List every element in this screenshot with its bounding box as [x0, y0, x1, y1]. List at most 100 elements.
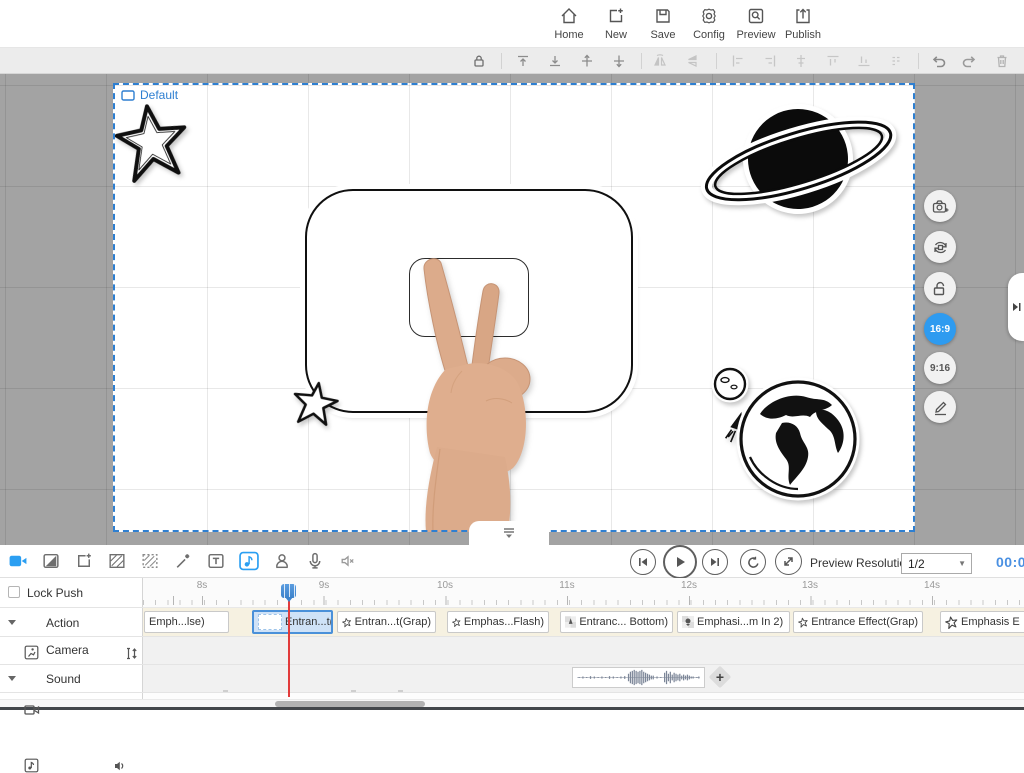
replay-button[interactable]	[740, 549, 766, 575]
align-bottom-edge-button[interactable]	[856, 53, 872, 69]
mute-button[interactable]	[338, 551, 358, 571]
skip-to-start-button[interactable]	[630, 549, 656, 575]
add-scene-button[interactable]	[74, 551, 94, 571]
rotate-button[interactable]	[924, 231, 956, 263]
toolbar-separator	[641, 53, 642, 69]
align-left-button[interactable]	[730, 53, 746, 69]
expand-panel-tab[interactable]	[1008, 273, 1024, 341]
resolution-value: 1/2	[902, 557, 958, 571]
ratio-9-16-button[interactable]: 9:16	[924, 352, 956, 384]
publish-button[interactable]: Publish	[780, 6, 826, 41]
lock-object-button[interactable]	[471, 53, 487, 69]
preview-resolution-label: Preview Resolution	[810, 556, 913, 570]
playhead-handle[interactable]	[281, 584, 296, 598]
timeline-effect-item-selected[interactable]: Entran...t(Grap)	[252, 610, 333, 634]
record-tool-button[interactable]	[305, 551, 325, 571]
config-button[interactable]: Config	[686, 6, 732, 41]
timeline-scrollbar[interactable]	[0, 699, 1024, 707]
saturn-sketch[interactable]	[698, 99, 908, 221]
new-icon	[593, 6, 639, 26]
rotate-icon	[931, 238, 950, 257]
unlock-button[interactable]	[924, 272, 956, 304]
align-middle-up-button[interactable]	[579, 53, 595, 69]
mute-speaker-icon	[338, 551, 358, 571]
effect-item-label: Entran...t(Grap)	[285, 616, 333, 628]
timeline-ruler[interactable]: 8s 9s 10s 11s 12s 13s 14s	[143, 578, 1024, 608]
star-sketch-large[interactable]	[113, 94, 195, 189]
timeline-effect-item[interactable]: Entranc... Bottom)	[560, 611, 673, 633]
props-tool-button[interactable]	[140, 551, 160, 571]
fullscreen-button[interactable]	[775, 548, 802, 575]
align-center-button[interactable]	[793, 53, 809, 69]
align-top-edge-button[interactable]	[825, 53, 841, 69]
preview-icon	[733, 6, 779, 26]
star-sketch-small[interactable]	[288, 375, 344, 431]
home-button[interactable]: Home	[546, 6, 592, 41]
publish-label: Publish	[780, 29, 826, 41]
new-button[interactable]: New	[593, 6, 639, 41]
collapse-track-icon[interactable]	[8, 620, 16, 625]
canvas-collapse-tab[interactable]	[469, 521, 549, 545]
sound-track-header[interactable]: Sound	[0, 665, 143, 693]
faint-mark	[351, 690, 356, 692]
timeline-effect-item[interactable]: Emphasi...m In 2)	[677, 611, 790, 633]
earth-rocket-sketch[interactable]	[698, 359, 866, 504]
unlock-icon	[931, 279, 950, 298]
delete-button[interactable]	[994, 53, 1010, 69]
background-tool-button[interactable]	[107, 551, 127, 571]
flip-horizontal-button[interactable]	[652, 53, 668, 69]
scene-icon	[121, 90, 135, 101]
redo-button[interactable]	[962, 53, 978, 69]
timeline-effect-item[interactable]: Emphas...Flash)	[447, 611, 549, 633]
add-sound-button[interactable]: +	[709, 666, 731, 688]
effect-item-label: Emphas...Flash)	[464, 616, 544, 628]
action-track-header[interactable]: Action	[0, 608, 143, 637]
scene-name-tag[interactable]: Default	[121, 88, 178, 102]
save-button[interactable]: Save	[640, 6, 686, 41]
dropdown-arrow-icon: ▼	[958, 559, 971, 568]
align-middle-down-button[interactable]	[611, 53, 627, 69]
character-tool-button[interactable]	[272, 551, 292, 571]
undo-button[interactable]	[930, 53, 946, 69]
preview-button[interactable]: Preview	[733, 6, 779, 41]
flip-vertical-button[interactable]	[684, 53, 700, 69]
image-tool-button[interactable]	[41, 551, 61, 571]
ratio-16-9-label: 16:9	[930, 324, 950, 335]
drawing-hand-image	[366, 251, 551, 532]
sound-track-label: Sound	[46, 672, 81, 686]
home-label: Home	[546, 29, 592, 41]
lock-push-checkbox[interactable]	[8, 586, 20, 598]
timeline-effect-item[interactable]: Emphasis E	[940, 611, 1024, 633]
timeline-effect-item[interactable]: Emph...lse)	[144, 611, 229, 633]
resolution-dropdown[interactable]: 1/2 ▼	[901, 553, 972, 574]
ratio-16-9-button[interactable]: 16:9	[924, 313, 956, 345]
effect-item-label: Entranc... Bottom)	[579, 616, 668, 628]
waveform-icon	[573, 668, 704, 687]
skip-to-end-button[interactable]	[702, 549, 728, 575]
text-tool-button[interactable]	[206, 551, 226, 571]
edit-scene-button[interactable]	[924, 391, 956, 423]
effect-item-label: Entran...t(Grap)	[355, 616, 431, 628]
video-tool-button[interactable]	[8, 551, 28, 571]
fullscreen-icon	[782, 555, 795, 568]
collapse-track-icon[interactable]	[8, 676, 16, 681]
ruler-label: 13s	[802, 580, 818, 591]
distribute-button[interactable]	[888, 53, 904, 69]
timeline-effect-item[interactable]: Entran...t(Grap)	[337, 611, 436, 633]
asset-toolbar: Preview Resolution 1/2 ▼ 00:0	[0, 545, 1024, 578]
effect-tool-button[interactable]	[173, 551, 193, 571]
camera-track-header[interactable]: Camera	[0, 637, 143, 665]
playhead-line	[288, 598, 290, 697]
align-right-button[interactable]	[762, 53, 778, 69]
play-button[interactable]	[663, 545, 697, 579]
align-bottom-button[interactable]	[547, 53, 563, 69]
speaker-icon[interactable]	[114, 760, 127, 772]
align-top-button[interactable]	[515, 53, 531, 69]
audio-clip[interactable]	[572, 667, 705, 688]
timeline-effect-item[interactable]: Entrance Effect(Grap)	[793, 611, 923, 633]
add-camera-button[interactable]	[924, 190, 956, 222]
sound-track-icon	[24, 758, 39, 773]
lock-push-row: Lock Push	[0, 578, 143, 608]
music-tool-button[interactable]	[239, 551, 259, 571]
effect-thumbnail-icon	[565, 616, 576, 628]
